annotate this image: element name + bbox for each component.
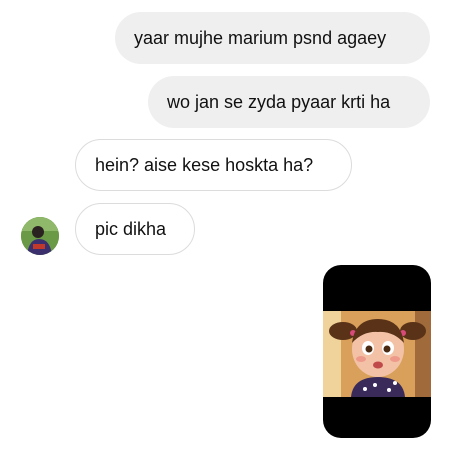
message-text: hein? aise kese hoskta ha? xyxy=(95,154,314,175)
cartoon-girl-image xyxy=(323,311,431,397)
image-attachment[interactable] xyxy=(323,265,431,438)
sent-message[interactable]: yaar mujhe marium psnd agaey xyxy=(115,12,430,64)
sender-avatar[interactable] xyxy=(21,217,59,255)
user-avatar-icon xyxy=(21,217,59,255)
received-message[interactable]: pic dikha xyxy=(75,203,195,255)
message-text: yaar mujhe marium psnd agaey xyxy=(134,27,387,48)
received-message[interactable]: hein? aise kese hoskta ha? xyxy=(75,139,352,191)
message-text: wo jan se zyda pyaar krti ha xyxy=(167,91,391,112)
sent-message[interactable]: wo jan se zyda pyaar krti ha xyxy=(148,76,430,128)
message-text: pic dikha xyxy=(95,218,167,239)
